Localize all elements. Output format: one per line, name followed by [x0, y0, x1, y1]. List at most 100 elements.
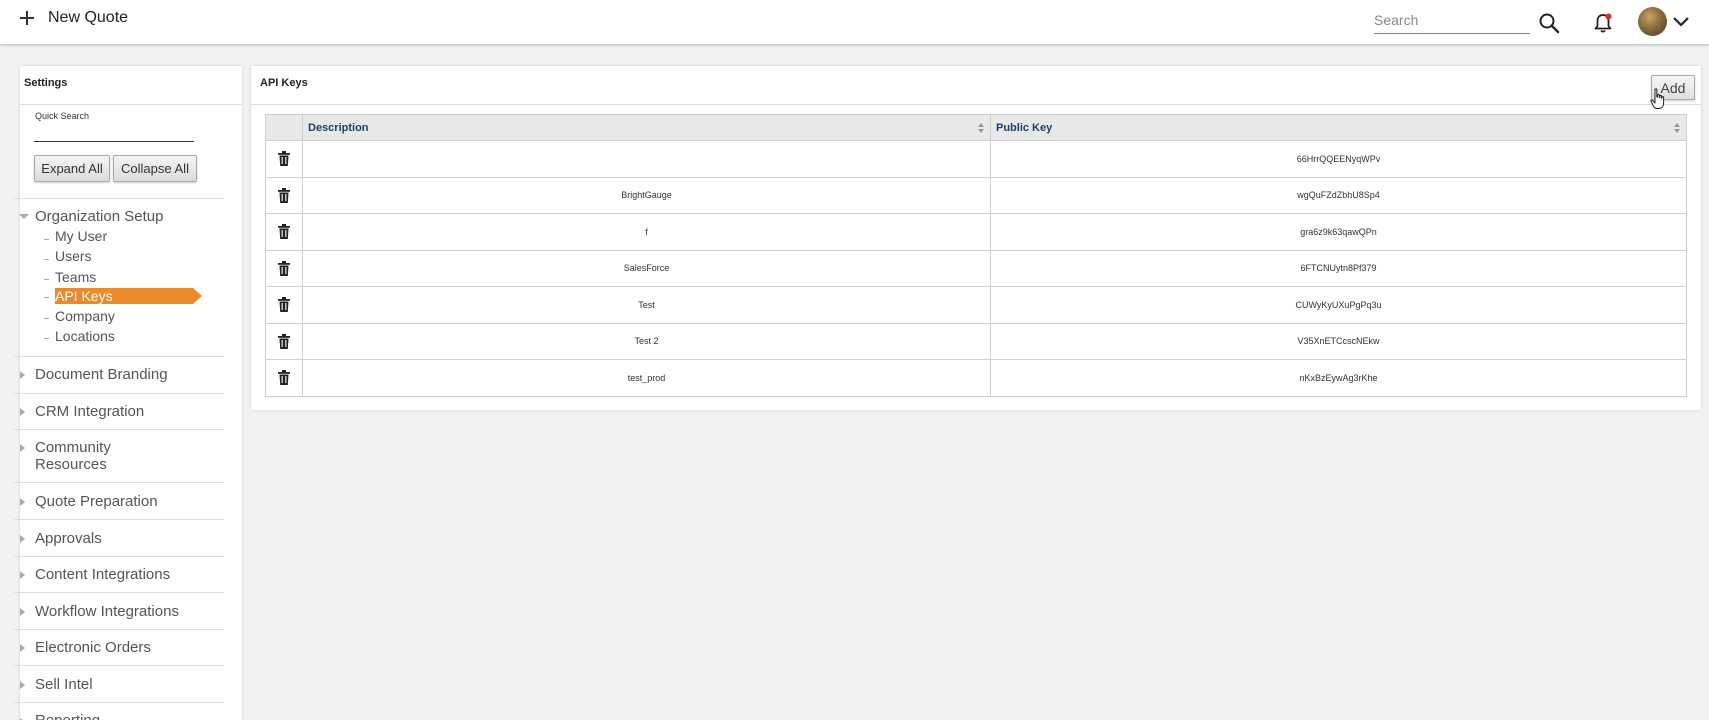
- new-quote-label: New Quote: [48, 9, 129, 26]
- bell-icon[interactable]: [1592, 12, 1614, 34]
- table-header-row: Description Public Key: [265, 114, 1687, 141]
- trash-icon[interactable]: [278, 370, 290, 386]
- description-cell: BrightGauge: [302, 176, 991, 214]
- expand-all-button[interactable]: Expand All: [34, 155, 110, 182]
- sort-icon[interactable]: [1674, 123, 1680, 133]
- tree-branch-line: [44, 318, 49, 319]
- delete-cell: [265, 140, 303, 178]
- divider: [14, 393, 224, 394]
- collapsed-triangle-icon[interactable]: [20, 371, 25, 379]
- table-row: Test 2 V35XnETCcscNEkw: [265, 322, 1687, 360]
- tree-item-locations[interactable]: Locations: [55, 328, 115, 344]
- tree-group-electronic-orders[interactable]: Electronic Orders: [35, 639, 151, 656]
- public-key-cell: wgQuFZdZbhU8Sp4: [990, 176, 1687, 214]
- collapsed-triangle-icon[interactable]: [20, 681, 25, 689]
- divider: [14, 556, 224, 557]
- table-row: test_prod nKxBzEywAg3rKhe: [265, 359, 1687, 397]
- tree-group-quote-preparation[interactable]: Quote Preparation: [35, 493, 158, 510]
- description-cell: [302, 140, 991, 178]
- notification-dot: [1605, 13, 1612, 20]
- search-input[interactable]: [1374, 7, 1530, 34]
- api-keys-table: Description Public Key 66HrrQQEENyqWPv B…: [265, 114, 1687, 397]
- public-key-column-header[interactable]: Public Key: [990, 114, 1687, 141]
- divider: [14, 665, 224, 666]
- tree-branch-line: [44, 259, 49, 260]
- search-icon[interactable]: [1538, 12, 1560, 34]
- trash-icon[interactable]: [278, 187, 290, 203]
- trash-icon[interactable]: [278, 151, 290, 167]
- divider: [14, 198, 224, 199]
- collapsed-triangle-icon[interactable]: [20, 498, 25, 506]
- collapsed-triangle-icon[interactable]: [20, 608, 25, 616]
- top-bar: New Quote: [0, 0, 1709, 44]
- delete-cell: [265, 286, 303, 324]
- tree-group-crm-integration[interactable]: CRM Integration: [35, 403, 144, 420]
- trash-icon[interactable]: [278, 260, 290, 276]
- tree-item-my-user[interactable]: My User: [55, 228, 107, 244]
- divider: [14, 429, 224, 430]
- collapsed-triangle-icon[interactable]: [20, 571, 25, 579]
- column-header-label: Description: [308, 121, 369, 134]
- tree-group-document-branding[interactable]: Document Branding: [35, 366, 168, 383]
- delete-cell: [265, 176, 303, 214]
- quick-search-input[interactable]: [34, 124, 194, 142]
- collapse-all-button[interactable]: Collapse All: [113, 155, 197, 182]
- trash-icon[interactable]: [278, 224, 290, 240]
- description-cell: SalesForce: [302, 249, 991, 287]
- tree-branch-line: [44, 279, 49, 280]
- tree-group-workflow-integrations[interactable]: Workflow Integrations: [35, 603, 179, 620]
- table-row: Test CUWyKyUXuPgPq3u: [265, 286, 1687, 324]
- tree-branch-line: [44, 338, 49, 339]
- tree-group-organization-setup[interactable]: Organization Setup: [35, 208, 163, 225]
- table-row: SalesForce 6FTCNUytn8Pf379: [265, 249, 1687, 287]
- actions-column-header: [265, 114, 303, 141]
- divider: [14, 702, 224, 703]
- description-column-header[interactable]: Description: [302, 114, 991, 141]
- sort-icon[interactable]: [978, 123, 984, 133]
- tree-group-approvals[interactable]: Approvals: [35, 530, 102, 547]
- public-key-cell: gra6z9k63qawQPn: [990, 213, 1687, 251]
- delete-cell: [265, 359, 303, 397]
- collapsed-triangle-icon[interactable]: [20, 644, 25, 652]
- trash-icon[interactable]: [278, 297, 290, 313]
- column-header-label: Public Key: [996, 121, 1053, 134]
- public-key-cell: 66HrrQQEENyqWPv: [990, 140, 1687, 178]
- divider: [14, 519, 224, 520]
- tree-group-community-resources[interactable]: Community Resources: [35, 439, 145, 473]
- description-cell: Test 2: [302, 322, 991, 360]
- divider: [20, 104, 242, 105]
- chevron-down-icon[interactable]: [1672, 14, 1690, 28]
- new-quote-button[interactable]: New Quote: [20, 9, 128, 27]
- tree-group-reporting[interactable]: Reporting: [35, 712, 100, 720]
- divider: [251, 104, 1701, 105]
- divider: [14, 482, 224, 483]
- public-key-cell: CUWyKyUXuPgPq3u: [990, 286, 1687, 324]
- quick-search-label: Quick Search: [35, 111, 90, 121]
- public-key-cell: nKxBzEywAg3rKhe: [990, 359, 1687, 397]
- collapsed-triangle-icon[interactable]: [20, 408, 25, 416]
- tree-item-teams[interactable]: Teams: [55, 269, 96, 285]
- description-cell: f: [302, 213, 991, 251]
- hand-cursor-icon: [1650, 88, 1665, 109]
- table-row: BrightGauge wgQuFZdZbhU8Sp4: [265, 176, 1687, 214]
- trash-icon[interactable]: [278, 333, 290, 349]
- tree-item-users[interactable]: Users: [55, 248, 92, 264]
- tree-group-content-integrations[interactable]: Content Integrations: [35, 566, 170, 583]
- tree-item-api-keys[interactable]: API Keys: [55, 288, 202, 304]
- collapsed-triangle-icon[interactable]: [20, 444, 25, 452]
- divider: [14, 629, 224, 630]
- expanded-triangle-icon[interactable]: [19, 214, 29, 219]
- tree-branch-line: [44, 239, 49, 240]
- tree-item-company[interactable]: Company: [55, 308, 115, 324]
- tree-branch-line: [44, 297, 49, 298]
- collapsed-triangle-icon[interactable]: [20, 535, 25, 543]
- public-key-cell: V35XnETCcscNEkw: [990, 322, 1687, 360]
- avatar[interactable]: [1638, 7, 1667, 36]
- description-cell: test_prod: [302, 359, 991, 397]
- divider: [14, 356, 224, 357]
- delete-cell: [265, 213, 303, 251]
- delete-cell: [265, 322, 303, 360]
- plus-icon: [20, 11, 34, 25]
- divider: [14, 592, 224, 593]
- tree-group-sell-intel[interactable]: Sell Intel: [35, 676, 93, 693]
